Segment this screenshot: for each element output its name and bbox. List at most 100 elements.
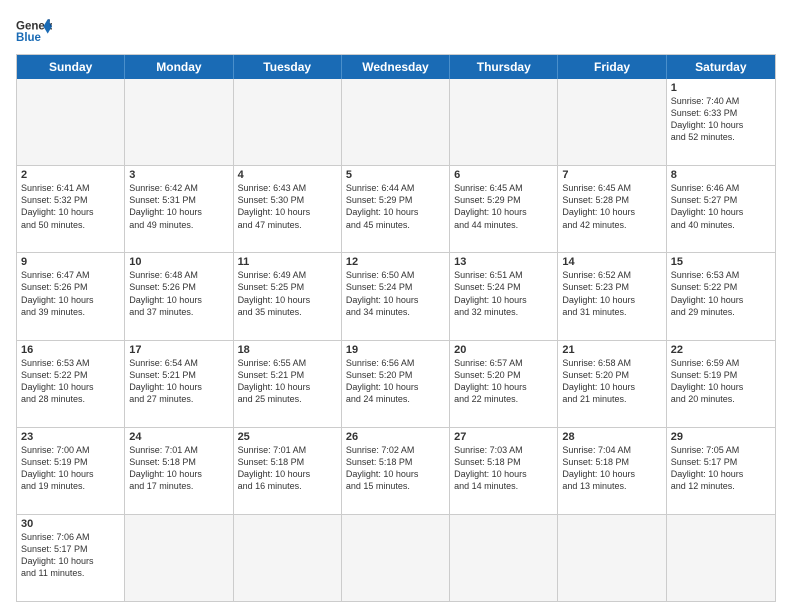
- calendar-cell: 21Sunrise: 6:58 AM Sunset: 5:20 PM Dayli…: [558, 341, 666, 427]
- day-info: Sunrise: 6:46 AM Sunset: 5:27 PM Dayligh…: [671, 182, 771, 231]
- day-info: Sunrise: 7:02 AM Sunset: 5:18 PM Dayligh…: [346, 444, 445, 493]
- day-info: Sunrise: 7:00 AM Sunset: 5:19 PM Dayligh…: [21, 444, 120, 493]
- day-info: Sunrise: 7:01 AM Sunset: 5:18 PM Dayligh…: [129, 444, 228, 493]
- calendar-cell: [342, 515, 450, 601]
- day-number: 12: [346, 256, 445, 268]
- day-info: Sunrise: 6:53 AM Sunset: 5:22 PM Dayligh…: [21, 357, 120, 406]
- day-number: 21: [562, 344, 661, 356]
- calendar-cell: 8Sunrise: 6:46 AM Sunset: 5:27 PM Daylig…: [667, 166, 775, 252]
- day-number: 9: [21, 256, 120, 268]
- calendar-cell: 17Sunrise: 6:54 AM Sunset: 5:21 PM Dayli…: [125, 341, 233, 427]
- calendar-cell: 2Sunrise: 6:41 AM Sunset: 5:32 PM Daylig…: [17, 166, 125, 252]
- day-info: Sunrise: 6:55 AM Sunset: 5:21 PM Dayligh…: [238, 357, 337, 406]
- calendar-row-0: 1Sunrise: 7:40 AM Sunset: 6:33 PM Daylig…: [17, 79, 775, 166]
- calendar-row-3: 16Sunrise: 6:53 AM Sunset: 5:22 PM Dayli…: [17, 341, 775, 428]
- day-info: Sunrise: 6:45 AM Sunset: 5:29 PM Dayligh…: [454, 182, 553, 231]
- day-number: 6: [454, 169, 553, 181]
- day-info: Sunrise: 6:58 AM Sunset: 5:20 PM Dayligh…: [562, 357, 661, 406]
- day-info: Sunrise: 7:06 AM Sunset: 5:17 PM Dayligh…: [21, 531, 120, 580]
- calendar-cell: [667, 515, 775, 601]
- calendar-cell: 18Sunrise: 6:55 AM Sunset: 5:21 PM Dayli…: [234, 341, 342, 427]
- calendar-cell: 1Sunrise: 7:40 AM Sunset: 6:33 PM Daylig…: [667, 79, 775, 165]
- day-info: Sunrise: 6:52 AM Sunset: 5:23 PM Dayligh…: [562, 269, 661, 318]
- calendar-row-1: 2Sunrise: 6:41 AM Sunset: 5:32 PM Daylig…: [17, 166, 775, 253]
- day-number: 8: [671, 169, 771, 181]
- calendar-row-5: 30Sunrise: 7:06 AM Sunset: 5:17 PM Dayli…: [17, 515, 775, 601]
- calendar-cell: 3Sunrise: 6:42 AM Sunset: 5:31 PM Daylig…: [125, 166, 233, 252]
- day-number: 24: [129, 431, 228, 443]
- day-info: Sunrise: 6:53 AM Sunset: 5:22 PM Dayligh…: [671, 269, 771, 318]
- weekday-header-friday: Friday: [558, 55, 666, 79]
- calendar-cell: 19Sunrise: 6:56 AM Sunset: 5:20 PM Dayli…: [342, 341, 450, 427]
- day-info: Sunrise: 6:48 AM Sunset: 5:26 PM Dayligh…: [129, 269, 228, 318]
- day-number: 28: [562, 431, 661, 443]
- calendar-row-2: 9Sunrise: 6:47 AM Sunset: 5:26 PM Daylig…: [17, 253, 775, 340]
- day-number: 26: [346, 431, 445, 443]
- weekday-header-saturday: Saturday: [667, 55, 775, 79]
- calendar-cell: 24Sunrise: 7:01 AM Sunset: 5:18 PM Dayli…: [125, 428, 233, 514]
- calendar-cell: 23Sunrise: 7:00 AM Sunset: 5:19 PM Dayli…: [17, 428, 125, 514]
- calendar-cell: [558, 515, 666, 601]
- calendar-cell: 30Sunrise: 7:06 AM Sunset: 5:17 PM Dayli…: [17, 515, 125, 601]
- day-info: Sunrise: 6:42 AM Sunset: 5:31 PM Dayligh…: [129, 182, 228, 231]
- weekday-header-wednesday: Wednesday: [342, 55, 450, 79]
- weekday-header-monday: Monday: [125, 55, 233, 79]
- calendar-cell: [450, 79, 558, 165]
- calendar-body: 1Sunrise: 7:40 AM Sunset: 6:33 PM Daylig…: [17, 79, 775, 601]
- day-number: 18: [238, 344, 337, 356]
- day-info: Sunrise: 7:03 AM Sunset: 5:18 PM Dayligh…: [454, 444, 553, 493]
- day-info: Sunrise: 6:56 AM Sunset: 5:20 PM Dayligh…: [346, 357, 445, 406]
- day-info: Sunrise: 7:01 AM Sunset: 5:18 PM Dayligh…: [238, 444, 337, 493]
- day-number: 27: [454, 431, 553, 443]
- calendar-cell: 13Sunrise: 6:51 AM Sunset: 5:24 PM Dayli…: [450, 253, 558, 339]
- day-info: Sunrise: 6:44 AM Sunset: 5:29 PM Dayligh…: [346, 182, 445, 231]
- day-number: 22: [671, 344, 771, 356]
- day-number: 10: [129, 256, 228, 268]
- calendar-cell: 12Sunrise: 6:50 AM Sunset: 5:24 PM Dayli…: [342, 253, 450, 339]
- day-number: 29: [671, 431, 771, 443]
- calendar-cell: [342, 79, 450, 165]
- calendar-cell: 4Sunrise: 6:43 AM Sunset: 5:30 PM Daylig…: [234, 166, 342, 252]
- calendar-cell: 15Sunrise: 6:53 AM Sunset: 5:22 PM Dayli…: [667, 253, 775, 339]
- day-number: 5: [346, 169, 445, 181]
- calendar-cell: 26Sunrise: 7:02 AM Sunset: 5:18 PM Dayli…: [342, 428, 450, 514]
- day-info: Sunrise: 6:54 AM Sunset: 5:21 PM Dayligh…: [129, 357, 228, 406]
- day-info: Sunrise: 7:40 AM Sunset: 6:33 PM Dayligh…: [671, 95, 771, 144]
- weekday-header-tuesday: Tuesday: [234, 55, 342, 79]
- day-info: Sunrise: 6:59 AM Sunset: 5:19 PM Dayligh…: [671, 357, 771, 406]
- calendar-cell: [125, 515, 233, 601]
- calendar-cell: [125, 79, 233, 165]
- calendar-cell: [558, 79, 666, 165]
- day-info: Sunrise: 6:50 AM Sunset: 5:24 PM Dayligh…: [346, 269, 445, 318]
- calendar-cell: 6Sunrise: 6:45 AM Sunset: 5:29 PM Daylig…: [450, 166, 558, 252]
- calendar-cell: 10Sunrise: 6:48 AM Sunset: 5:26 PM Dayli…: [125, 253, 233, 339]
- day-number: 23: [21, 431, 120, 443]
- calendar-row-4: 23Sunrise: 7:00 AM Sunset: 5:19 PM Dayli…: [17, 428, 775, 515]
- day-number: 13: [454, 256, 553, 268]
- calendar-cell: 28Sunrise: 7:04 AM Sunset: 5:18 PM Dayli…: [558, 428, 666, 514]
- weekday-header-thursday: Thursday: [450, 55, 558, 79]
- calendar-cell: [234, 515, 342, 601]
- day-info: Sunrise: 6:43 AM Sunset: 5:30 PM Dayligh…: [238, 182, 337, 231]
- day-info: Sunrise: 6:51 AM Sunset: 5:24 PM Dayligh…: [454, 269, 553, 318]
- calendar-cell: 22Sunrise: 6:59 AM Sunset: 5:19 PM Dayli…: [667, 341, 775, 427]
- calendar-cell: 11Sunrise: 6:49 AM Sunset: 5:25 PM Dayli…: [234, 253, 342, 339]
- day-number: 3: [129, 169, 228, 181]
- calendar-cell: 9Sunrise: 6:47 AM Sunset: 5:26 PM Daylig…: [17, 253, 125, 339]
- day-number: 17: [129, 344, 228, 356]
- day-info: Sunrise: 6:41 AM Sunset: 5:32 PM Dayligh…: [21, 182, 120, 231]
- day-number: 15: [671, 256, 771, 268]
- day-number: 4: [238, 169, 337, 181]
- calendar-cell: [450, 515, 558, 601]
- logo: General Blue: [16, 16, 52, 44]
- day-number: 11: [238, 256, 337, 268]
- day-info: Sunrise: 7:04 AM Sunset: 5:18 PM Dayligh…: [562, 444, 661, 493]
- calendar-cell: [17, 79, 125, 165]
- weekday-header-sunday: Sunday: [17, 55, 125, 79]
- calendar: SundayMondayTuesdayWednesdayThursdayFrid…: [16, 54, 776, 602]
- calendar-cell: 16Sunrise: 6:53 AM Sunset: 5:22 PM Dayli…: [17, 341, 125, 427]
- page: General Blue SundayMondayTuesdayWednesda…: [0, 0, 792, 612]
- calendar-cell: 27Sunrise: 7:03 AM Sunset: 5:18 PM Dayli…: [450, 428, 558, 514]
- day-number: 2: [21, 169, 120, 181]
- day-info: Sunrise: 7:05 AM Sunset: 5:17 PM Dayligh…: [671, 444, 771, 493]
